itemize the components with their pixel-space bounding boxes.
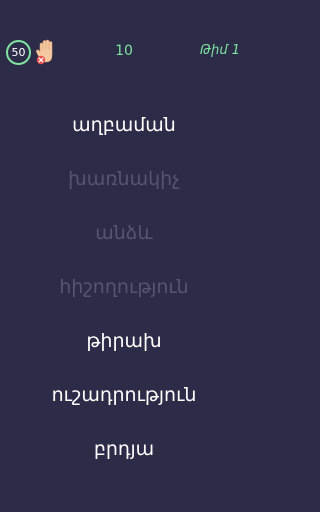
skip-hand-icon[interactable] bbox=[33, 38, 59, 66]
word-list: աղբաման խառնակիչ անձև հիշողություն թիրախ… bbox=[0, 98, 248, 476]
word-item[interactable]: աղբաման bbox=[0, 98, 248, 152]
word-item[interactable]: անձև bbox=[0, 206, 248, 260]
score-counter: 10 bbox=[115, 43, 133, 59]
word-item[interactable]: ուշադրություն bbox=[0, 368, 248, 422]
word-item[interactable]: հիշողություն bbox=[0, 260, 248, 314]
top-bar: 50 10 Թիմ 1 bbox=[0, 38, 248, 66]
countdown-timer: 50 bbox=[6, 40, 31, 65]
word-item[interactable]: թիրախ bbox=[0, 314, 248, 368]
word-item[interactable]: խառնակիչ bbox=[0, 152, 248, 206]
word-item[interactable]: բրդյա bbox=[0, 422, 248, 476]
team-label: Թիմ 1 bbox=[199, 43, 240, 58]
